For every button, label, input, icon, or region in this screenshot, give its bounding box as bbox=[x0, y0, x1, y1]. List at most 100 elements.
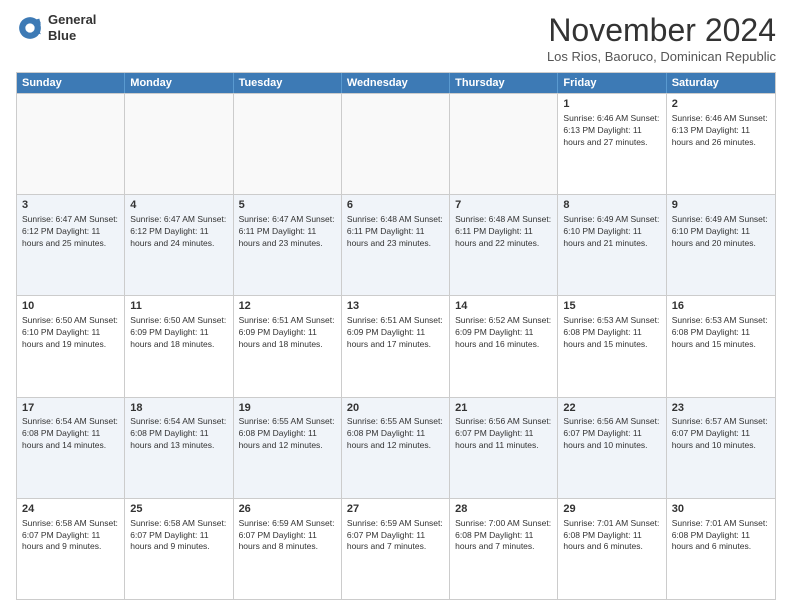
weekday-header: Tuesday bbox=[234, 73, 342, 93]
month-title: November 2024 bbox=[547, 12, 776, 49]
day-info: Sunrise: 6:55 AM Sunset: 6:08 PM Dayligh… bbox=[347, 416, 444, 452]
calendar-cell: 27Sunrise: 6:59 AM Sunset: 6:07 PM Dayli… bbox=[342, 499, 450, 599]
day-info: Sunrise: 6:56 AM Sunset: 6:07 PM Dayligh… bbox=[455, 416, 552, 452]
calendar: SundayMondayTuesdayWednesdayThursdayFrid… bbox=[16, 72, 776, 600]
calendar-cell: 22Sunrise: 6:56 AM Sunset: 6:07 PM Dayli… bbox=[558, 398, 666, 498]
day-info: Sunrise: 6:59 AM Sunset: 6:07 PM Dayligh… bbox=[347, 518, 444, 554]
day-info: Sunrise: 6:51 AM Sunset: 6:09 PM Dayligh… bbox=[347, 315, 444, 351]
day-info: Sunrise: 6:53 AM Sunset: 6:08 PM Dayligh… bbox=[672, 315, 770, 351]
day-number: 21 bbox=[455, 401, 552, 416]
calendar-cell: 4Sunrise: 6:47 AM Sunset: 6:12 PM Daylig… bbox=[125, 195, 233, 295]
day-number: 24 bbox=[22, 502, 119, 517]
day-info: Sunrise: 6:54 AM Sunset: 6:08 PM Dayligh… bbox=[22, 416, 119, 452]
day-info: Sunrise: 6:49 AM Sunset: 6:10 PM Dayligh… bbox=[563, 214, 660, 250]
day-info: Sunrise: 6:56 AM Sunset: 6:07 PM Dayligh… bbox=[563, 416, 660, 452]
weekday-header: Thursday bbox=[450, 73, 558, 93]
day-number: 3 bbox=[22, 198, 119, 213]
day-info: Sunrise: 6:51 AM Sunset: 6:09 PM Dayligh… bbox=[239, 315, 336, 351]
calendar-cell: 26Sunrise: 6:59 AM Sunset: 6:07 PM Dayli… bbox=[234, 499, 342, 599]
calendar-cell: 2Sunrise: 6:46 AM Sunset: 6:13 PM Daylig… bbox=[667, 94, 775, 194]
day-number: 8 bbox=[563, 198, 660, 213]
day-info: Sunrise: 7:01 AM Sunset: 6:08 PM Dayligh… bbox=[563, 518, 660, 554]
day-number: 25 bbox=[130, 502, 227, 517]
day-number: 16 bbox=[672, 299, 770, 314]
calendar-cell: 18Sunrise: 6:54 AM Sunset: 6:08 PM Dayli… bbox=[125, 398, 233, 498]
calendar-cell bbox=[234, 94, 342, 194]
day-info: Sunrise: 6:48 AM Sunset: 6:11 PM Dayligh… bbox=[455, 214, 552, 250]
calendar-cell: 3Sunrise: 6:47 AM Sunset: 6:12 PM Daylig… bbox=[17, 195, 125, 295]
calendar-cell: 10Sunrise: 6:50 AM Sunset: 6:10 PM Dayli… bbox=[17, 296, 125, 396]
day-info: Sunrise: 6:46 AM Sunset: 6:13 PM Dayligh… bbox=[672, 113, 770, 149]
weekday-header: Sunday bbox=[17, 73, 125, 93]
logo: General Blue bbox=[16, 12, 96, 43]
calendar-cell: 23Sunrise: 6:57 AM Sunset: 6:07 PM Dayli… bbox=[667, 398, 775, 498]
weekday-header: Saturday bbox=[667, 73, 775, 93]
weekday-header: Monday bbox=[125, 73, 233, 93]
calendar-cell: 15Sunrise: 6:53 AM Sunset: 6:08 PM Dayli… bbox=[558, 296, 666, 396]
day-number: 10 bbox=[22, 299, 119, 314]
day-info: Sunrise: 6:50 AM Sunset: 6:09 PM Dayligh… bbox=[130, 315, 227, 351]
calendar-cell: 20Sunrise: 6:55 AM Sunset: 6:08 PM Dayli… bbox=[342, 398, 450, 498]
calendar-row: 17Sunrise: 6:54 AM Sunset: 6:08 PM Dayli… bbox=[17, 397, 775, 498]
calendar-cell: 6Sunrise: 6:48 AM Sunset: 6:11 PM Daylig… bbox=[342, 195, 450, 295]
day-info: Sunrise: 6:54 AM Sunset: 6:08 PM Dayligh… bbox=[130, 416, 227, 452]
day-number: 22 bbox=[563, 401, 660, 416]
calendar-cell: 21Sunrise: 6:56 AM Sunset: 6:07 PM Dayli… bbox=[450, 398, 558, 498]
calendar-cell: 5Sunrise: 6:47 AM Sunset: 6:11 PM Daylig… bbox=[234, 195, 342, 295]
day-info: Sunrise: 6:57 AM Sunset: 6:07 PM Dayligh… bbox=[672, 416, 770, 452]
day-info: Sunrise: 6:47 AM Sunset: 6:12 PM Dayligh… bbox=[22, 214, 119, 250]
calendar-cell: 13Sunrise: 6:51 AM Sunset: 6:09 PM Dayli… bbox=[342, 296, 450, 396]
calendar-row: 1Sunrise: 6:46 AM Sunset: 6:13 PM Daylig… bbox=[17, 93, 775, 194]
day-number: 19 bbox=[239, 401, 336, 416]
day-number: 27 bbox=[347, 502, 444, 517]
logo-line2: Blue bbox=[48, 28, 96, 44]
day-number: 12 bbox=[239, 299, 336, 314]
day-number: 20 bbox=[347, 401, 444, 416]
day-number: 17 bbox=[22, 401, 119, 416]
calendar-cell: 11Sunrise: 6:50 AM Sunset: 6:09 PM Dayli… bbox=[125, 296, 233, 396]
calendar-cell: 16Sunrise: 6:53 AM Sunset: 6:08 PM Dayli… bbox=[667, 296, 775, 396]
calendar-body: 1Sunrise: 6:46 AM Sunset: 6:13 PM Daylig… bbox=[17, 93, 775, 599]
calendar-cell: 30Sunrise: 7:01 AM Sunset: 6:08 PM Dayli… bbox=[667, 499, 775, 599]
day-number: 23 bbox=[672, 401, 770, 416]
logo-icon bbox=[16, 14, 44, 42]
day-info: Sunrise: 6:59 AM Sunset: 6:07 PM Dayligh… bbox=[239, 518, 336, 554]
calendar-cell bbox=[17, 94, 125, 194]
day-number: 6 bbox=[347, 198, 444, 213]
day-info: Sunrise: 6:46 AM Sunset: 6:13 PM Dayligh… bbox=[563, 113, 660, 149]
page: General Blue November 2024 Los Rios, Bao… bbox=[0, 0, 792, 612]
day-number: 14 bbox=[455, 299, 552, 314]
location-title: Los Rios, Baoruco, Dominican Republic bbox=[547, 49, 776, 64]
day-number: 18 bbox=[130, 401, 227, 416]
calendar-cell: 14Sunrise: 6:52 AM Sunset: 6:09 PM Dayli… bbox=[450, 296, 558, 396]
day-number: 15 bbox=[563, 299, 660, 314]
day-number: 9 bbox=[672, 198, 770, 213]
weekday-header: Wednesday bbox=[342, 73, 450, 93]
calendar-cell: 19Sunrise: 6:55 AM Sunset: 6:08 PM Dayli… bbox=[234, 398, 342, 498]
day-number: 2 bbox=[672, 97, 770, 112]
day-info: Sunrise: 6:47 AM Sunset: 6:12 PM Dayligh… bbox=[130, 214, 227, 250]
day-number: 13 bbox=[347, 299, 444, 314]
day-info: Sunrise: 6:58 AM Sunset: 6:07 PM Dayligh… bbox=[130, 518, 227, 554]
day-info: Sunrise: 6:52 AM Sunset: 6:09 PM Dayligh… bbox=[455, 315, 552, 351]
calendar-cell: 8Sunrise: 6:49 AM Sunset: 6:10 PM Daylig… bbox=[558, 195, 666, 295]
day-info: Sunrise: 6:58 AM Sunset: 6:07 PM Dayligh… bbox=[22, 518, 119, 554]
calendar-cell: 17Sunrise: 6:54 AM Sunset: 6:08 PM Dayli… bbox=[17, 398, 125, 498]
calendar-cell: 29Sunrise: 7:01 AM Sunset: 6:08 PM Dayli… bbox=[558, 499, 666, 599]
calendar-cell bbox=[450, 94, 558, 194]
day-number: 7 bbox=[455, 198, 552, 213]
day-info: Sunrise: 6:48 AM Sunset: 6:11 PM Dayligh… bbox=[347, 214, 444, 250]
calendar-header: SundayMondayTuesdayWednesdayThursdayFrid… bbox=[17, 73, 775, 93]
calendar-cell: 9Sunrise: 6:49 AM Sunset: 6:10 PM Daylig… bbox=[667, 195, 775, 295]
day-info: Sunrise: 6:47 AM Sunset: 6:11 PM Dayligh… bbox=[239, 214, 336, 250]
calendar-cell: 28Sunrise: 7:00 AM Sunset: 6:08 PM Dayli… bbox=[450, 499, 558, 599]
day-number: 26 bbox=[239, 502, 336, 517]
day-number: 1 bbox=[563, 97, 660, 112]
day-info: Sunrise: 6:50 AM Sunset: 6:10 PM Dayligh… bbox=[22, 315, 119, 351]
calendar-cell bbox=[125, 94, 233, 194]
calendar-cell: 1Sunrise: 6:46 AM Sunset: 6:13 PM Daylig… bbox=[558, 94, 666, 194]
day-number: 11 bbox=[130, 299, 227, 314]
day-number: 5 bbox=[239, 198, 336, 213]
weekday-header: Friday bbox=[558, 73, 666, 93]
day-info: Sunrise: 6:55 AM Sunset: 6:08 PM Dayligh… bbox=[239, 416, 336, 452]
